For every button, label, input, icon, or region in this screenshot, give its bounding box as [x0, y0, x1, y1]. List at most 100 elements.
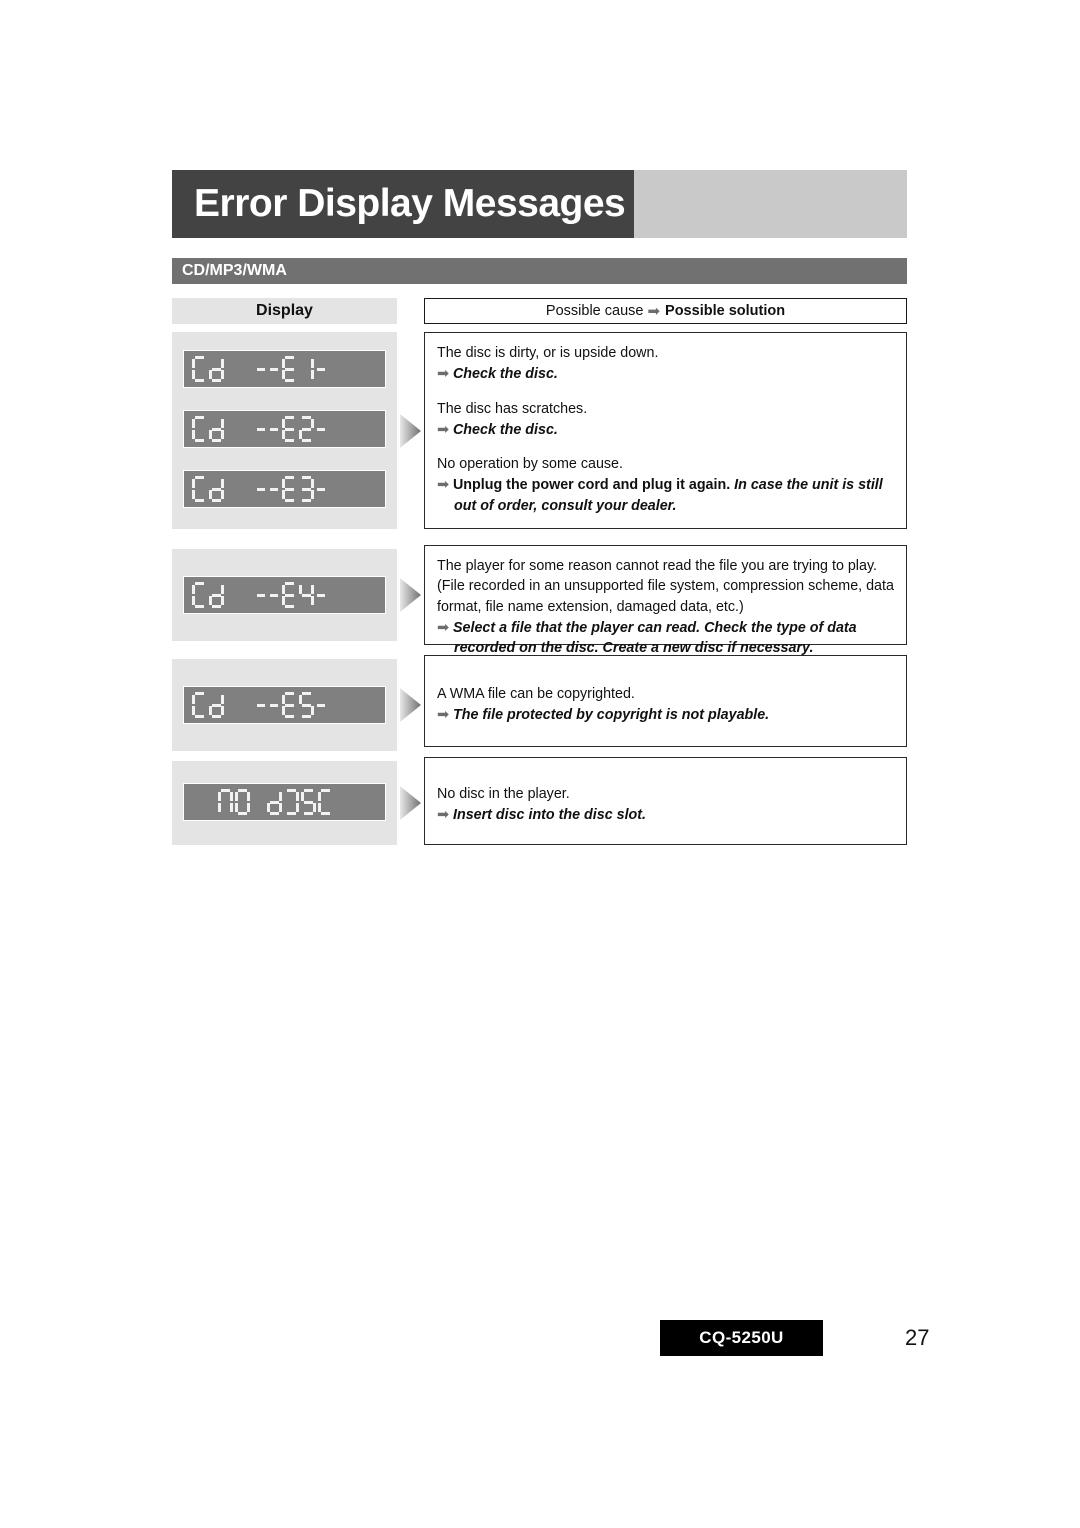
column-header-cause-solution: Possible cause ➡ Possible solution — [424, 298, 907, 324]
section-label: CD/MP3/WMA — [182, 262, 287, 279]
cause-text: No operation by some cause. — [437, 456, 623, 473]
seg-char-C — [192, 692, 207, 718]
lcd-e3-content — [184, 476, 385, 502]
solution-main: Check the disc. — [452, 421, 558, 438]
right-arrow-icon: ➡ — [647, 303, 661, 320]
seg-space — [226, 692, 239, 718]
solution-main: Unplug the power cord and plug it again. — [452, 477, 731, 494]
seg-char-D — [209, 476, 224, 502]
seg-char-E — [282, 416, 297, 442]
seg-char-D — [209, 416, 224, 442]
lcd-e2-content — [184, 416, 385, 442]
solution-text: ➡ Check the disc. — [437, 364, 894, 384]
seg-char-O — [235, 789, 250, 815]
seg-char-D — [209, 692, 224, 718]
solution-text: ➡ Insert disc into the disc slot. — [437, 805, 894, 825]
page-title: Error Display Messages — [194, 182, 626, 225]
seg-char-dash — [256, 582, 267, 608]
seg-space — [252, 789, 265, 815]
cause-solution-box-3: A WMA file can be copyrighted. ➡ The file… — [424, 655, 907, 747]
manual-page: Error Display Messages CD/MP3/WMA Displa… — [0, 0, 1080, 1528]
solution-text: ➡ Unplug the power cord and plug it again… — [437, 475, 894, 516]
row-arrow-icon-3 — [400, 688, 421, 722]
cause-solution-box-1: The disc is dirty, or is upside down. ➡ C… — [424, 332, 907, 529]
seg-char-N — [218, 789, 233, 815]
seg-char-C — [192, 356, 207, 382]
seg-char-D — [267, 789, 282, 815]
solution-main: Select a file that the player can read. … — [452, 619, 857, 657]
seg-char-1 — [299, 356, 314, 382]
seg-char-dash — [316, 692, 327, 718]
solution-text: ➡ The file protected by copyright is not … — [437, 705, 894, 725]
seg-space — [226, 416, 239, 442]
cause-block: No disc in the player. ➡ Insert disc into… — [437, 784, 894, 826]
solution-arrow-icon: ➡ — [437, 807, 449, 824]
seg-char-dash — [256, 416, 267, 442]
cause-block: A WMA file can be copyrighted. ➡ The file… — [437, 684, 894, 726]
row-arrow-icon-4 — [400, 786, 421, 820]
seg-char-E — [282, 356, 297, 382]
footer-page-number: 27 — [905, 1325, 930, 1350]
lcd-no-disc-content — [184, 789, 385, 815]
cause-solution-box-2: The player for some reason cannot read t… — [424, 545, 907, 656]
solution-arrow-icon: ➡ — [437, 366, 449, 383]
solution-text: ➡ Check the disc. — [437, 420, 894, 440]
seg-char-E — [282, 582, 297, 608]
seg-space — [226, 582, 239, 608]
solution-main: The file protected by copyright is not p… — [452, 707, 770, 724]
cause-block: The disc has scratches. ➡ Check the disc. — [437, 399, 894, 441]
seg-char-3 — [299, 476, 314, 502]
seg-space — [241, 416, 254, 442]
seg-char-4 — [299, 582, 314, 608]
display-cell-group-2 — [172, 549, 397, 641]
cause-text: The player for some reason cannot read t… — [437, 558, 894, 615]
seg-space — [241, 692, 254, 718]
cause-header-suffix: Possible solution — [665, 303, 786, 319]
seg-char-E — [282, 476, 297, 502]
solution-arrow-icon: ➡ — [437, 707, 449, 724]
seg-space — [241, 582, 254, 608]
seg-char-C — [192, 582, 207, 608]
seg-char-D — [209, 356, 224, 382]
lcd-e4-content — [184, 582, 385, 608]
cause-block: No operation by some cause. ➡ Unplug the … — [437, 454, 894, 516]
seg-char-E — [282, 692, 297, 718]
lcd-display-e2 — [183, 410, 386, 448]
cause-text: A WMA file can be copyrighted. — [437, 686, 635, 702]
seg-char-C — [318, 789, 333, 815]
solution-arrow-icon: ➡ — [437, 421, 449, 438]
lcd-e1-content — [184, 356, 385, 382]
display-cell-group-4 — [172, 761, 397, 845]
display-cell-group-3 — [172, 659, 397, 751]
column-header-display: Display — [172, 298, 397, 324]
seg-char-S — [301, 789, 316, 815]
seg-char-dash — [269, 582, 280, 608]
cause-solution-box-4: No disc in the player. ➡ Insert disc into… — [424, 757, 907, 845]
lcd-e5-content — [184, 692, 385, 718]
seg-char-2 — [299, 416, 314, 442]
title-light-block — [634, 170, 907, 238]
solution-arrow-icon: ➡ — [437, 477, 449, 494]
seg-space — [226, 476, 239, 502]
cause-block: The player for some reason cannot read t… — [437, 556, 894, 658]
seg-char-dash — [256, 476, 267, 502]
cause-header-prefix: Possible cause — [545, 303, 644, 319]
seg-space — [241, 356, 254, 382]
cause-block: The disc is dirty, or is upside down. ➡ C… — [437, 343, 894, 385]
seg-char-D — [209, 582, 224, 608]
seg-char-C — [192, 476, 207, 502]
seg-space — [241, 476, 254, 502]
lcd-display-e3 — [183, 470, 386, 508]
seg-char-dash — [269, 416, 280, 442]
solution-text: ➡ Select a file that the player can read.… — [437, 618, 894, 659]
lcd-display-e1 — [183, 350, 386, 388]
page-title-banner: Error Display Messages — [172, 170, 907, 238]
seg-char-C — [192, 416, 207, 442]
lcd-display-e4 — [183, 576, 386, 614]
seg-char-dash — [269, 476, 280, 502]
seg-char-5 — [299, 692, 314, 718]
lcd-display-e5 — [183, 686, 386, 724]
lcd-display-no-disc — [183, 783, 386, 821]
seg-char-dash — [316, 476, 327, 502]
solution-arrow-icon: ➡ — [437, 619, 449, 636]
